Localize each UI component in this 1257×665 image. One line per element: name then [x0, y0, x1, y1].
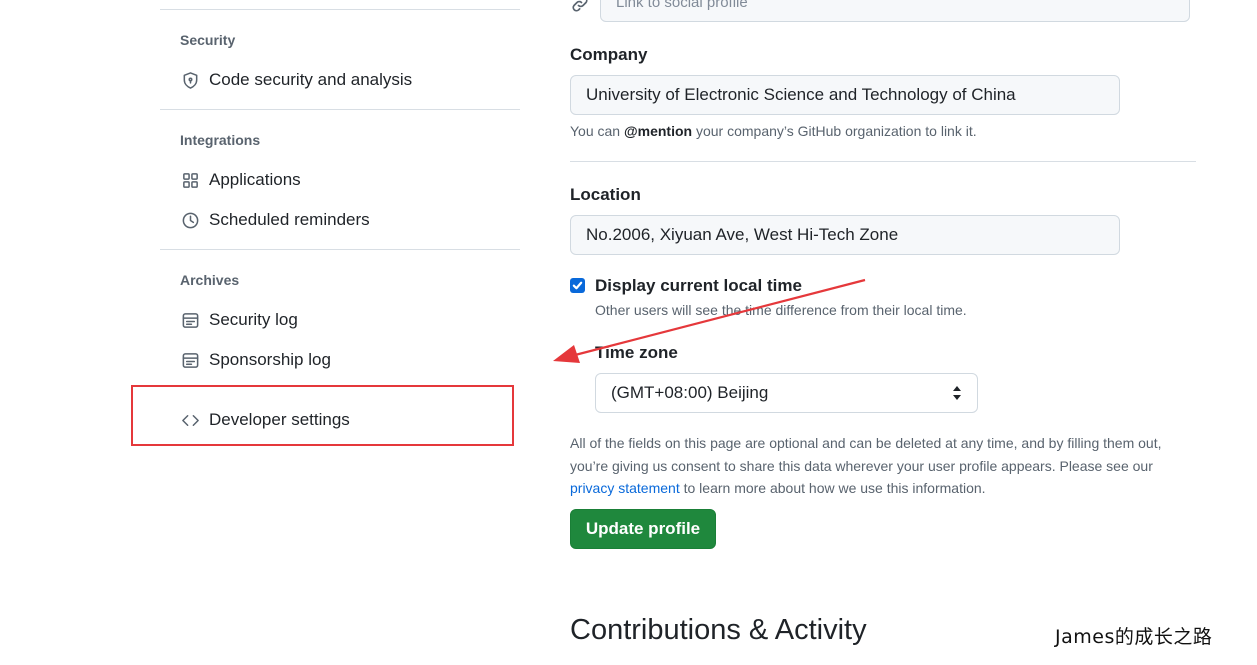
- company-input[interactable]: [570, 75, 1120, 115]
- location-input[interactable]: [570, 215, 1120, 255]
- sidebar-group-security-title: Security: [180, 32, 236, 48]
- sidebar-item-applications[interactable]: Applications: [180, 164, 301, 196]
- timezone-selected-value: (GMT+08:00) Beijing: [611, 383, 769, 402]
- sidebar-item-label: Applications: [209, 170, 301, 189]
- sidebar-item-security-log[interactable]: Security log: [180, 304, 298, 336]
- company-label: Company: [570, 45, 648, 64]
- local-time-checkbox[interactable]: [570, 278, 585, 293]
- sidebar-divider: [160, 109, 520, 110]
- apps-grid-icon: [180, 170, 200, 190]
- company-note: You can @mention your company’s GitHub o…: [570, 123, 977, 139]
- sidebar-item-label: Code security and analysis: [209, 70, 413, 89]
- sidebar-item-sponsorship-log[interactable]: Sponsorship log: [180, 344, 331, 376]
- privacy-statement-link[interactable]: privacy statement: [570, 480, 680, 496]
- sidebar-divider: [160, 249, 520, 250]
- clock-icon: [180, 210, 200, 230]
- timezone-select[interactable]: (GMT+08:00) Beijing: [595, 373, 978, 413]
- sidebar-item-label: Sponsorship log: [209, 350, 331, 369]
- social-profile-input[interactable]: [600, 0, 1190, 22]
- local-time-note: Other users will see the time difference…: [595, 302, 967, 318]
- timezone-label: Time zone: [595, 343, 678, 362]
- log-icon: [180, 350, 200, 370]
- annotation-highlight-box: [131, 385, 514, 446]
- log-icon: [180, 310, 200, 330]
- sidebar-divider: [160, 9, 520, 10]
- company-note-mention: @mention: [623, 123, 693, 139]
- sidebar-group-integrations-title: Integrations: [180, 132, 261, 148]
- form-divider: [570, 161, 1196, 162]
- checkmark-icon: [572, 281, 583, 290]
- select-arrows-icon: [953, 386, 961, 400]
- local-time-label[interactable]: Display current local time: [595, 276, 802, 296]
- link-icon: [570, 0, 590, 14]
- sidebar-item-label: Security log: [209, 310, 298, 329]
- disclaimer-text: to learn more about how we use this info…: [679, 480, 986, 496]
- sidebar-item-code-security[interactable]: Code security and analysis: [180, 64, 412, 96]
- sidebar-item-label: Scheduled reminders: [209, 210, 370, 229]
- sidebar-item-scheduled-reminders[interactable]: Scheduled reminders: [180, 204, 370, 236]
- privacy-disclaimer: All of the fields on this page are optio…: [570, 432, 1196, 500]
- company-note-suffix: your company’s GitHub organization to li…: [692, 123, 977, 139]
- shield-icon: [180, 70, 200, 90]
- update-profile-button[interactable]: Update profile: [570, 509, 716, 549]
- watermark: James的成长之路: [1055, 626, 1213, 648]
- contributions-heading: Contributions & Activity: [570, 614, 867, 646]
- sidebar-group-archives-title: Archives: [180, 272, 240, 288]
- location-label: Location: [570, 185, 641, 204]
- disclaimer-text: All of the fields on this page are optio…: [570, 435, 1162, 474]
- company-note-prefix: You can: [570, 123, 624, 139]
